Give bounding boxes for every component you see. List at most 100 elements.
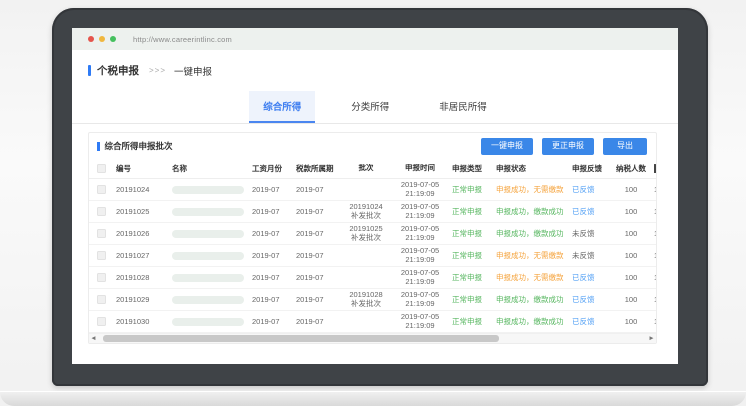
row-select-cell xyxy=(89,273,113,283)
name-cell xyxy=(169,186,249,194)
tab-classified-income[interactable]: 分类所得 xyxy=(337,91,403,123)
row-checkbox[interactable] xyxy=(97,251,106,260)
batch-cell: 20191025补发批次 xyxy=(341,225,391,242)
column-header: 申报反馈 xyxy=(569,163,611,174)
taxpayer-count-cell: 100 xyxy=(611,207,651,216)
feedback-status-cell: 已反馈 xyxy=(569,272,611,283)
taxpayer-count-cell: 100 xyxy=(611,273,651,282)
tax-period-cell: 2019-07 xyxy=(293,273,341,282)
batch-number-cell: 20191025 xyxy=(113,207,169,216)
horizontal-scrollbar[interactable]: ◄ ► xyxy=(89,333,656,343)
row-select-cell xyxy=(89,207,113,217)
redacted-name-placeholder xyxy=(172,252,244,260)
clipped-value-cell: 110 xyxy=(651,207,656,216)
name-cell xyxy=(169,296,249,304)
row-checkbox[interactable] xyxy=(97,295,106,304)
table-row: 201910292019-072019-0720191028补发批次2019-0… xyxy=(89,289,656,311)
clipped-value-cell: 110 xyxy=(651,229,656,238)
feedback-status-cell: 已反馈 xyxy=(569,316,611,327)
export-button[interactable]: 导出 xyxy=(603,138,647,155)
salary-month-cell: 2019-07 xyxy=(249,229,293,238)
table-container: 编号名称工资月份税款所属期批次申报时间申报类型申报状态申报反馈纳税人数▌ 201… xyxy=(89,159,656,333)
table-head-row: 编号名称工资月份税款所属期批次申报时间申报类型申报状态申报反馈纳税人数▌ xyxy=(89,159,656,179)
accent-bar xyxy=(88,65,91,76)
panel-header: 综合所得申报批次 一键申报 更正申报 导出 xyxy=(89,133,656,159)
batch-panel: 综合所得申报批次 一键申报 更正申报 导出 编号名称工资月份税款所属期批次申报时… xyxy=(88,132,657,344)
redacted-name-placeholder xyxy=(172,208,244,216)
tax-period-cell: 2019-07 xyxy=(293,295,341,304)
one-click-declare-button[interactable]: 一键申报 xyxy=(481,138,533,155)
declare-status-cell: 申报成功，缴款成功 xyxy=(493,294,569,305)
batch-number-cell: 20191029 xyxy=(113,295,169,304)
correct-declare-button[interactable]: 更正申报 xyxy=(542,138,594,155)
scrollbar-track[interactable] xyxy=(98,335,647,343)
batch-number-cell: 20191028 xyxy=(113,273,169,282)
declare-clock: 21:19:09 xyxy=(394,212,446,221)
redacted-name-placeholder xyxy=(172,318,244,326)
breadcrumb-current: 一键申报 xyxy=(174,64,212,78)
panel-title: 综合所得申报批次 xyxy=(105,140,173,152)
row-select-cell xyxy=(89,295,113,305)
declare-clock: 21:19:09 xyxy=(394,256,446,265)
traffic-light-maximize-icon[interactable] xyxy=(110,36,116,42)
batch-number-cell: 20191024 xyxy=(113,185,169,194)
redacted-name-placeholder xyxy=(172,230,244,238)
batch-number-cell: 20191030 xyxy=(113,317,169,326)
tax-period-cell: 2019-07 xyxy=(293,251,341,260)
tab-nonresident-income[interactable]: 非居民所得 xyxy=(425,91,501,123)
table-row: 201910262019-072019-0720191025补发批次2019-0… xyxy=(89,223,656,245)
scroll-right-arrow-icon[interactable]: ► xyxy=(647,334,656,344)
redacted-name-placeholder xyxy=(172,296,244,304)
name-cell xyxy=(169,208,249,216)
column-header xyxy=(89,164,113,174)
column-header: 申报类型 xyxy=(449,163,493,174)
select-all-checkbox[interactable] xyxy=(97,164,106,173)
redacted-name-placeholder xyxy=(172,274,244,282)
salary-month-cell: 2019-07 xyxy=(249,185,293,194)
tax-period-cell: 2019-07 xyxy=(293,185,341,194)
column-header: 申报状态 xyxy=(493,163,569,174)
laptop-base xyxy=(0,392,746,406)
column-header: 工资月份 xyxy=(249,163,293,174)
traffic-light-close-icon[interactable] xyxy=(88,36,94,42)
clipped-value-cell: 110 xyxy=(651,273,656,282)
taxpayer-count-cell: 100 xyxy=(611,317,651,326)
feedback-status-cell: 已反馈 xyxy=(569,294,611,305)
declare-time-cell: 2019-07-0521:19:09 xyxy=(391,269,449,286)
traffic-light-minimize-icon[interactable] xyxy=(99,36,105,42)
tax-period-cell: 2019-07 xyxy=(293,229,341,238)
scrollbar-thumb[interactable] xyxy=(103,335,498,342)
column-header: 纳税人数 xyxy=(611,163,651,174)
name-cell xyxy=(169,252,249,260)
batch-cell: 20191024补发批次 xyxy=(341,203,391,220)
address-bar[interactable]: http://www.careerintlinc.com xyxy=(133,35,232,44)
batch-label: 补发批次 xyxy=(344,212,388,221)
feedback-status-cell: 已反馈 xyxy=(569,184,611,195)
declare-time-cell: 2019-07-0521:19:09 xyxy=(391,291,449,308)
row-checkbox[interactable] xyxy=(97,273,106,282)
declare-clock: 21:19:09 xyxy=(394,190,446,199)
salary-month-cell: 2019-07 xyxy=(249,251,293,260)
row-checkbox[interactable] xyxy=(97,185,106,194)
accent-bar xyxy=(97,142,100,151)
column-header: 名称 xyxy=(169,163,249,174)
scroll-left-arrow-icon[interactable]: ◄ xyxy=(89,334,98,344)
declare-status-cell: 申报成功，缴款成功 xyxy=(493,206,569,217)
row-checkbox[interactable] xyxy=(97,229,106,238)
row-checkbox[interactable] xyxy=(97,207,106,216)
declare-time-cell: 2019-07-0521:19:09 xyxy=(391,247,449,264)
declare-status-cell: 申报成功，无需缴款 xyxy=(493,250,569,261)
name-cell xyxy=(169,230,249,238)
row-select-cell xyxy=(89,229,113,239)
column-header: ▌ xyxy=(651,164,656,173)
batch-number-cell: 20191027 xyxy=(113,251,169,260)
breadcrumb-separator: >>> xyxy=(149,66,166,75)
salary-month-cell: 2019-07 xyxy=(249,295,293,304)
clipped-value-cell: 110 xyxy=(651,295,656,304)
taxpayer-count-cell: 100 xyxy=(611,229,651,238)
tab-comprehensive-income[interactable]: 综合所得 xyxy=(249,91,315,123)
declare-clock: 21:19:09 xyxy=(394,278,446,287)
column-header: 申报时间 xyxy=(391,164,449,173)
declare-type-cell: 正常申报 xyxy=(449,184,493,195)
row-checkbox[interactable] xyxy=(97,317,106,326)
